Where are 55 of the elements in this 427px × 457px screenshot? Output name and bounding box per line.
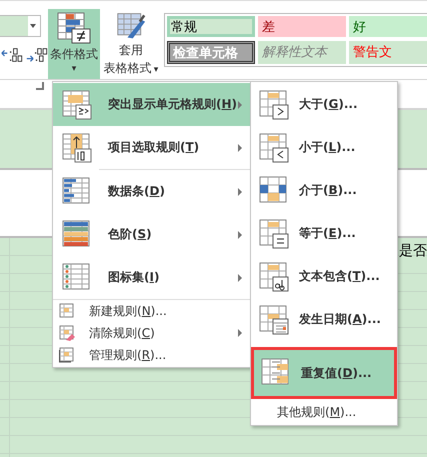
- menu-item[interactable]: 突出显示单元格规则(H): [53, 83, 251, 126]
- menu-item-label: 色阶(S): [108, 226, 152, 243]
- menu-item[interactable]: 项目选取规则(T): [53, 126, 251, 169]
- cell-style-swatch[interactable]: 差: [258, 16, 346, 37]
- menu-item-label: 发生日期(A)...: [299, 311, 381, 328]
- top-ten-icon: [62, 132, 92, 162]
- menu-item-label: 新建规则(N)...: [89, 302, 167, 320]
- decrease-decimal-icon[interactable]: [24, 47, 48, 63]
- table-symbol-icon: [259, 90, 289, 120]
- data-bars-icon: [62, 176, 92, 206]
- menu-item-label: 项目选取规则(T): [108, 139, 200, 156]
- color-scale-icon: [62, 220, 92, 250]
- menu-item-label: 等于(E)...: [299, 225, 356, 242]
- menu-item[interactable]: 发生日期(A)...: [251, 298, 397, 341]
- manage-rules-icon: [59, 347, 75, 363]
- more-rules-item[interactable]: 其他规则(M)...: [251, 401, 397, 425]
- menu-item-label: 突出显示单元格规则(H): [108, 96, 238, 113]
- increase-decimal-icon[interactable]: [0, 47, 24, 63]
- menu-item[interactable]: 图标集(I): [53, 256, 251, 299]
- cell-style-swatch[interactable]: 常规: [167, 16, 255, 37]
- text-contains-icon: [259, 262, 289, 292]
- menu-item[interactable]: 管理规则(R)...: [53, 344, 251, 366]
- menu-item[interactable]: 介于(B)...: [251, 169, 397, 212]
- menu-item-label: 管理规则(R)...: [89, 346, 166, 364]
- calendar-icon: [259, 304, 289, 334]
- new-rule-icon: [59, 303, 75, 319]
- between-range-icon: [259, 176, 289, 206]
- menu-item-label: 小于(L)...: [299, 139, 356, 156]
- cell-style-swatch[interactable]: 好: [349, 16, 427, 37]
- menu-item[interactable]: 新建规则(N)...: [53, 300, 251, 322]
- menu-item-label: 大于(G)...: [299, 96, 358, 113]
- format-as-table-button[interactable]: 套用 表格格式 ▾: [100, 9, 162, 79]
- icon-set-icon: [62, 262, 92, 292]
- menu-item[interactable]: 重复值(D)...: [251, 347, 397, 399]
- conditional-formatting-button[interactable]: 条件格式 ▾: [48, 9, 100, 79]
- menu-item-label: 介于(B)...: [299, 182, 357, 199]
- eraser-icon: [59, 325, 75, 341]
- conditional-formatting-icon: [56, 11, 92, 45]
- menu-item-label: 清除规则(C): [89, 324, 155, 342]
- menu-item-label: 数据条(D): [108, 183, 165, 200]
- highlight-rules-icon: [62, 90, 92, 120]
- menu-item[interactable]: 文本包含(T)...: [251, 255, 397, 298]
- dialog-launcher-icon[interactable]: [36, 82, 44, 90]
- menu-item-label: 图标集(I): [108, 269, 160, 286]
- menu-item-label: 文本包含(T)...: [299, 268, 380, 285]
- menu-item-label: 重复值(D)...: [301, 364, 372, 382]
- table-symbol-icon: [259, 132, 289, 162]
- menu-item[interactable]: 小于(L)...: [251, 126, 397, 169]
- menu-item[interactable]: 色阶(S): [53, 213, 251, 256]
- cell-text: 是否: [399, 242, 427, 260]
- menu-item[interactable]: 大于(G)...: [251, 83, 397, 126]
- table-symbol-icon: [259, 218, 289, 248]
- menu-item[interactable]: 等于(E)...: [251, 212, 397, 255]
- menu-item[interactable]: 清除规则(C): [53, 322, 251, 344]
- menu-item[interactable]: 数据条(D): [53, 170, 251, 213]
